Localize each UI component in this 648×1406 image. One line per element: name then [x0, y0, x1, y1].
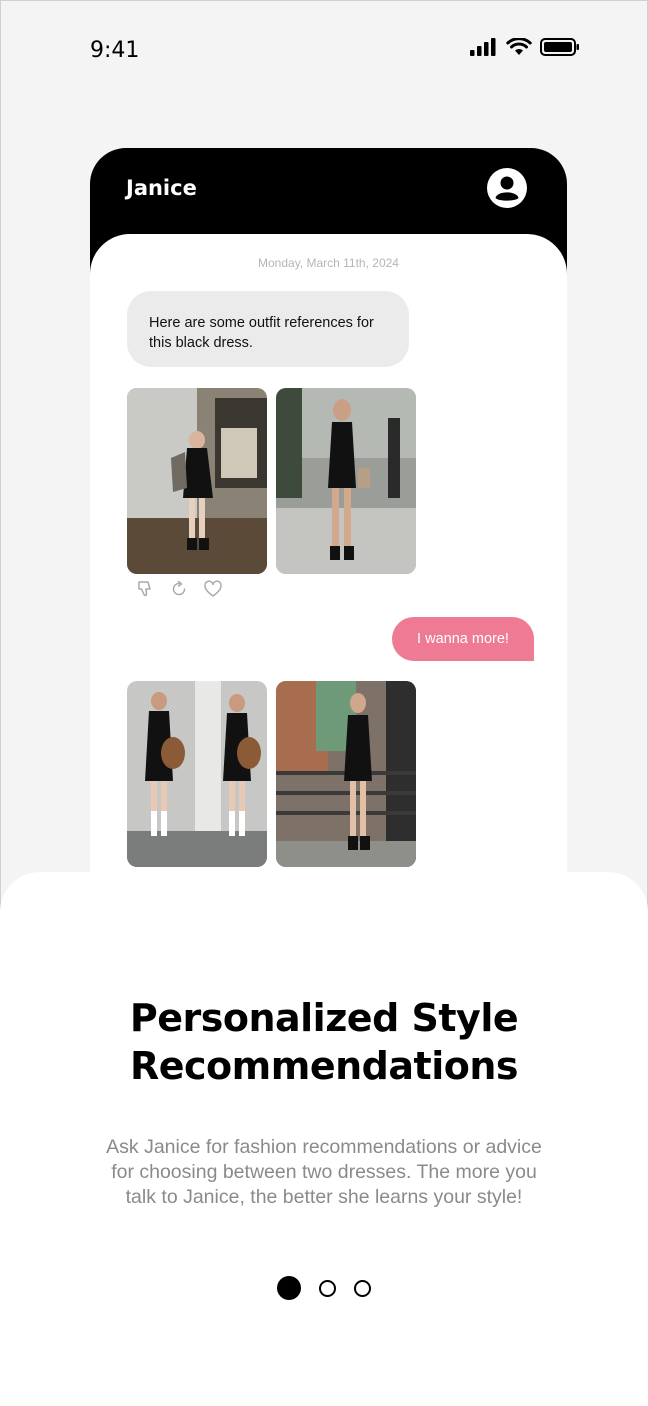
- chat-title: Janice: [126, 176, 197, 200]
- status-icons: [470, 38, 580, 56]
- page-indicator: [0, 1276, 648, 1300]
- onboarding-description: Ask Janice for fashion recommendations o…: [74, 1135, 574, 1210]
- chat-preview: Janice Monday, March 11th, 2024 Here are…: [90, 148, 567, 888]
- onboarding-title-line: Personalized Style: [129, 996, 519, 1040]
- profile-button[interactable]: [487, 168, 527, 208]
- outfit-photo[interactable]: [276, 681, 416, 867]
- onboarding-sheet: Personalized Style Recommendations Ask J…: [0, 872, 648, 1406]
- onboarding-description-line: talk to Janice, the better she learns yo…: [125, 1186, 523, 1208]
- thumbs-down-icon[interactable]: [135, 579, 155, 599]
- page-dot-3[interactable]: [354, 1279, 371, 1297]
- page-dot-2[interactable]: [319, 1279, 336, 1297]
- outfit-photo[interactable]: [276, 388, 416, 574]
- onboarding-description-line: Ask Janice for fashion recommendations o…: [106, 1136, 542, 1158]
- page-dot-1[interactable]: [277, 1276, 301, 1300]
- wifi-icon: [506, 38, 532, 55]
- battery-icon: [540, 38, 579, 56]
- status-time: 9:41: [90, 38, 140, 63]
- signal-icon: [470, 38, 496, 56]
- message-actions: [135, 579, 223, 599]
- heart-icon[interactable]: [203, 579, 223, 599]
- outfit-photo[interactable]: [127, 388, 267, 574]
- regenerate-icon[interactable]: [169, 579, 189, 599]
- chat-body: Monday, March 11th, 2024 Here are some o…: [90, 234, 567, 888]
- user-message: I wanna more!: [392, 617, 534, 661]
- profile-icon: [495, 176, 519, 201]
- bot-message: Here are some outfit references for this…: [127, 291, 409, 367]
- onboarding-description-line: for choosing between two dresses. The mo…: [111, 1161, 537, 1183]
- chat-date: Monday, March 11th, 2024: [258, 256, 399, 270]
- outfit-photo[interactable]: [127, 681, 267, 867]
- onboarding-title-line: Recommendations: [130, 1044, 519, 1088]
- onboarding-title: Personalized Style Recommendations: [0, 994, 648, 1090]
